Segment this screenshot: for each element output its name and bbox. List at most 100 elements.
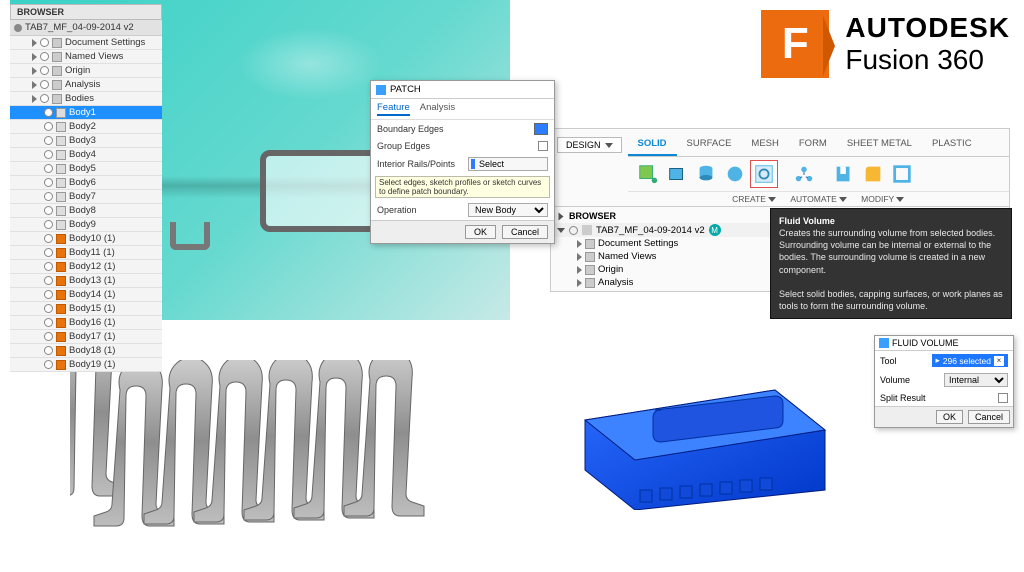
ribbon-tab-surface[interactable]: SURFACE bbox=[677, 133, 742, 156]
browser-body-item[interactable]: Body12 (1) bbox=[10, 260, 162, 274]
clear-selection-button[interactable]: × bbox=[994, 356, 1004, 366]
eye-icon[interactable] bbox=[44, 304, 53, 313]
eye-icon[interactable] bbox=[44, 318, 53, 327]
tab-analysis[interactable]: Analysis bbox=[420, 102, 455, 116]
fluid-volume-tool[interactable] bbox=[750, 160, 778, 188]
chevron-right-icon bbox=[577, 240, 582, 248]
ok-button[interactable]: OK bbox=[465, 225, 496, 239]
split-result-checkbox[interactable] bbox=[998, 393, 1008, 403]
browser-body-item[interactable]: Body11 (1) bbox=[10, 246, 162, 260]
body-icon bbox=[56, 318, 66, 328]
browser-body-item[interactable]: Body17 (1) bbox=[10, 330, 162, 344]
design-workspace-dropdown[interactable]: DESIGN bbox=[557, 137, 622, 153]
browser-body-item[interactable]: Body19 (1) bbox=[10, 358, 162, 372]
eye-icon[interactable] bbox=[44, 164, 53, 173]
eye-icon[interactable] bbox=[40, 52, 49, 61]
boundary-selector[interactable] bbox=[534, 123, 548, 135]
browser-folder[interactable]: Origin bbox=[10, 64, 162, 78]
ribbon-tab-plastic[interactable]: PLASTIC bbox=[922, 133, 982, 156]
browser-folder[interactable]: Analysis bbox=[10, 78, 162, 92]
ribbon-tab-form[interactable]: FORM bbox=[789, 133, 837, 156]
fluid-volume-render bbox=[555, 340, 875, 530]
eye-icon[interactable] bbox=[44, 136, 53, 145]
browser-body-item[interactable]: Body8 bbox=[10, 204, 162, 218]
browser-folder[interactable]: Document Settings bbox=[10, 36, 162, 50]
browser-body-item[interactable]: Body13 (1) bbox=[10, 274, 162, 288]
eye-icon[interactable] bbox=[44, 220, 53, 229]
eye-icon[interactable] bbox=[44, 234, 53, 243]
chevron-down-icon bbox=[839, 197, 847, 202]
eye-icon[interactable] bbox=[40, 66, 49, 75]
browser-body-item[interactable]: Body3 bbox=[10, 134, 162, 148]
body-label: Body1 bbox=[69, 107, 96, 118]
operation-dropdown[interactable]: New Body bbox=[468, 203, 548, 217]
browser-body-item[interactable]: Body18 (1) bbox=[10, 344, 162, 358]
browser-body-item[interactable]: Body5 bbox=[10, 162, 162, 176]
browser-body-item[interactable]: Body4 bbox=[10, 148, 162, 162]
browser-body-item[interactable]: Body9 bbox=[10, 218, 162, 232]
eye-icon[interactable] bbox=[40, 80, 49, 89]
eye-icon[interactable] bbox=[44, 360, 53, 369]
chevron-down-icon bbox=[605, 143, 613, 148]
dialog-title: FLUID VOLUME bbox=[892, 338, 959, 348]
eye-icon[interactable] bbox=[44, 262, 53, 271]
eye-icon[interactable] bbox=[44, 122, 53, 131]
browser-body-item[interactable]: Body1 bbox=[10, 106, 162, 120]
eye-icon[interactable] bbox=[44, 248, 53, 257]
eye-icon[interactable] bbox=[569, 226, 578, 235]
folder-label: Origin bbox=[65, 65, 90, 76]
browser-folder[interactable]: Bodies bbox=[10, 92, 162, 106]
selection-pill[interactable]: ▸296 selected× bbox=[932, 354, 1008, 367]
body-label: Body5 bbox=[69, 163, 96, 174]
browser-body-item[interactable]: Body14 (1) bbox=[10, 288, 162, 302]
automate-tool[interactable] bbox=[790, 160, 818, 188]
eye-icon[interactable] bbox=[40, 94, 49, 103]
group-create-label[interactable]: CREATE bbox=[732, 194, 776, 204]
browser-body-item[interactable]: Body16 (1) bbox=[10, 316, 162, 330]
browser-file-row[interactable]: TAB7_MF_04-09-2014 v2 bbox=[10, 20, 162, 36]
ribbon-tab-solid[interactable]: SOLID bbox=[628, 133, 677, 156]
interior-select-button[interactable]: Select bbox=[468, 157, 548, 171]
browser-body-item[interactable]: Body7 bbox=[10, 190, 162, 204]
eye-icon[interactable] bbox=[44, 346, 53, 355]
body-label: Body19 (1) bbox=[69, 359, 115, 370]
browser-body-item[interactable]: Body10 (1) bbox=[10, 232, 162, 246]
chevron-right-icon bbox=[32, 53, 37, 61]
ok-button[interactable]: OK bbox=[936, 410, 963, 424]
group-modify-label[interactable]: MODIFY bbox=[861, 194, 904, 204]
eye-icon[interactable] bbox=[44, 290, 53, 299]
modify-fillet-tool[interactable] bbox=[859, 160, 887, 188]
cancel-button[interactable]: Cancel bbox=[968, 410, 1010, 424]
create-box-tool[interactable] bbox=[663, 160, 691, 188]
body-icon bbox=[56, 234, 66, 244]
eye-icon[interactable] bbox=[44, 206, 53, 215]
browser-body-item[interactable]: Body6 bbox=[10, 176, 162, 190]
modify-hole-tool[interactable] bbox=[830, 160, 858, 188]
eye-icon[interactable] bbox=[44, 178, 53, 187]
cancel-button[interactable]: Cancel bbox=[502, 225, 548, 239]
create-sphere-tool[interactable] bbox=[721, 160, 749, 188]
eye-icon[interactable] bbox=[44, 108, 53, 117]
modify-shell-tool[interactable] bbox=[888, 160, 916, 188]
group-automate-label[interactable]: AUTOMATE bbox=[790, 194, 847, 204]
chevron-down-icon bbox=[557, 228, 565, 233]
folder-icon bbox=[52, 80, 62, 90]
volume-dropdown[interactable]: Internal bbox=[944, 373, 1008, 387]
chevron-right-icon[interactable] bbox=[559, 212, 564, 220]
group-edges-checkbox[interactable] bbox=[538, 141, 548, 151]
browser-folder[interactable]: Named Views bbox=[10, 50, 162, 64]
eye-icon[interactable] bbox=[44, 192, 53, 201]
eye-icon[interactable] bbox=[44, 332, 53, 341]
create-cylinder-tool[interactable] bbox=[692, 160, 720, 188]
ribbon-tab-mesh[interactable]: MESH bbox=[741, 133, 788, 156]
browser-body-item[interactable]: Body15 (1) bbox=[10, 302, 162, 316]
label-split: Split Result bbox=[880, 393, 926, 403]
browser-body-item[interactable]: Body2 bbox=[10, 120, 162, 134]
eye-icon[interactable] bbox=[44, 150, 53, 159]
eye-icon[interactable] bbox=[44, 276, 53, 285]
tab-feature[interactable]: Feature bbox=[377, 102, 410, 116]
body-label: Body13 (1) bbox=[69, 275, 115, 286]
create-sketch-tool[interactable] bbox=[634, 160, 662, 188]
ribbon-tab-sheet-metal[interactable]: SHEET METAL bbox=[837, 133, 922, 156]
eye-icon[interactable] bbox=[40, 38, 49, 47]
